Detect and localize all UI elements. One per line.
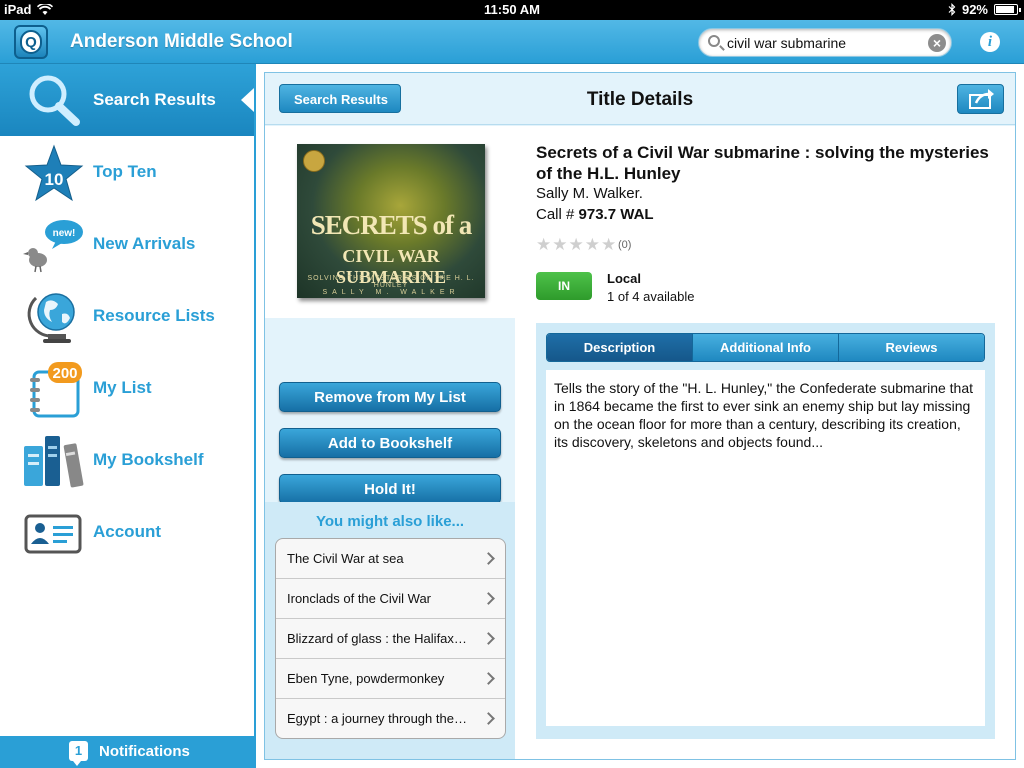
notebook-icon: 200	[30, 362, 82, 418]
chevron-right-icon	[482, 632, 495, 645]
list-item-label: Blizzard of glass : the Halifax…	[287, 631, 467, 646]
sidebar-item-resource-lists[interactable]: Resource Lists	[0, 280, 254, 352]
search-field[interactable]: ×	[698, 28, 952, 57]
clock: 11:50 AM	[484, 2, 540, 17]
notifications-bar[interactable]: 1 Notifications	[0, 736, 254, 768]
call-number: Call # 973.7 WAL	[536, 206, 654, 223]
list-item[interactable]: Eben Tyne, powdermonkey	[276, 659, 505, 699]
bluetooth-icon	[948, 3, 956, 16]
active-pointer	[241, 88, 254, 112]
app-header: Q Anderson Middle School × i	[0, 20, 1024, 64]
star-icon: ★	[552, 235, 568, 254]
share-button[interactable]	[957, 84, 1004, 114]
sidebar-item-my-list[interactable]: 200 My List	[0, 352, 254, 424]
search-icon	[708, 35, 720, 47]
book-title: Secrets of a Civil War submarine : solvi…	[536, 143, 989, 183]
remove-from-my-list-button[interactable]: Remove from My List	[279, 382, 501, 412]
sidebar-item-my-bookshelf[interactable]: My Bookshelf	[0, 424, 254, 496]
tab-description[interactable]: Description	[547, 334, 693, 361]
sidebar-item-search-results[interactable]: Search Results	[0, 64, 254, 136]
sidebar-item-account[interactable]: Account	[0, 496, 254, 568]
sidebar-item-top-ten[interactable]: 10 Top Ten	[0, 136, 254, 208]
sidebar-item-label: New Arrivals	[93, 234, 196, 253]
chevron-right-icon	[482, 672, 495, 685]
new-bird-icon: new!	[23, 220, 83, 273]
top-ten-badge: 10	[45, 170, 64, 189]
tab-reviews[interactable]: Reviews	[839, 334, 984, 361]
books-icon	[24, 436, 84, 488]
app-logo-icon[interactable]: Q	[14, 25, 48, 59]
star-icon: ★	[584, 235, 600, 254]
sidebar: Search Results 10 Top Ten new! New Arriv…	[0, 64, 256, 768]
sidebar-item-label: Search Results	[93, 90, 216, 109]
school-name: Anderson Middle School	[70, 31, 293, 52]
rating-count: (0)	[618, 239, 632, 251]
clear-search-icon[interactable]: ×	[928, 34, 946, 52]
info-icon[interactable]: i	[980, 32, 1000, 52]
add-to-bookshelf-button[interactable]: Add to Bookshelf	[279, 428, 501, 458]
also-like-list: The Civil War at sea Ironclads of the Ci…	[275, 538, 506, 739]
location-label: Local	[607, 271, 641, 286]
tab-bar: Description Additional Info Reviews	[546, 333, 985, 362]
star-icon: ★	[601, 235, 617, 254]
also-like-heading: You might also like...	[315, 513, 465, 530]
list-item[interactable]: The Civil War at sea	[276, 539, 505, 579]
page-title: Title Details	[586, 89, 694, 110]
my-list-count: 200	[52, 365, 77, 382]
info-tabs-panel: Description Additional Info Reviews Tell…	[536, 323, 995, 739]
status-badge: IN	[536, 272, 592, 300]
battery-icon	[994, 4, 1021, 15]
list-item-label: The Civil War at sea	[287, 551, 404, 566]
cover-subtitle: SOLVING THE MYSTERIES OF THE H. L. HUNLE…	[307, 275, 475, 289]
star-rating[interactable]: ★ ★ ★ ★ ★	[536, 236, 616, 253]
award-seal-icon	[303, 150, 325, 172]
title-details-panel: Search Results Title Details SECRETS of …	[264, 72, 1016, 760]
globe-icon	[27, 293, 75, 343]
new-badge: new!	[53, 228, 76, 239]
chevron-right-icon	[482, 712, 495, 725]
sidebar-item-label: Resource Lists	[93, 306, 215, 325]
call-number-prefix: Call #	[536, 206, 579, 223]
notification-count: 1	[69, 741, 88, 766]
sidebar-item-new-arrivals[interactable]: new! New Arrivals	[0, 208, 254, 280]
cover-title-line1: SECRETS of a	[310, 210, 473, 240]
list-item-label: Egypt : a journey through the…	[287, 711, 467, 726]
right-column: Secrets of a Civil War submarine : solvi…	[515, 126, 1015, 759]
tab-additional-info[interactable]: Additional Info	[693, 334, 839, 361]
call-number-value: 973.7 WAL	[578, 206, 654, 223]
list-item[interactable]: Egypt : a journey through the…	[276, 699, 505, 738]
star-icon: ★	[536, 235, 552, 254]
star-10-icon: 10	[24, 144, 84, 202]
list-item-label: Eben Tyne, powdermonkey	[287, 671, 445, 686]
id-card-icon	[24, 514, 82, 554]
also-like-panel: You might also like... The Civil War at …	[265, 502, 515, 759]
book-cover-image: SECRETS of a CIVIL WAR SUBMARINE SOLVING…	[297, 144, 485, 298]
magnifier-icon	[29, 75, 80, 126]
detail-header: Search Results Title Details	[265, 73, 1015, 125]
chevron-right-icon	[482, 592, 495, 605]
sidebar-item-label: My Bookshelf	[93, 450, 204, 469]
list-item[interactable]: Blizzard of glass : the Halifax…	[276, 619, 505, 659]
cover-author: SALLY M. WALKER	[322, 289, 460, 296]
status-bar: iPad 11:50 AM 92%	[0, 0, 1024, 20]
list-item[interactable]: Ironclads of the Civil War	[276, 579, 505, 619]
sidebar-item-label: Account	[93, 522, 161, 541]
cover-area: SECRETS of a CIVIL WAR SUBMARINE SOLVING…	[265, 126, 515, 318]
sidebar-item-label: Top Ten	[93, 162, 157, 181]
left-column: SECRETS of a CIVIL WAR SUBMARINE SOLVING…	[265, 126, 515, 759]
list-item-label: Ironclads of the Civil War	[287, 591, 432, 606]
star-icon: ★	[568, 235, 584, 254]
sidebar-item-label: My List	[93, 378, 152, 397]
book-author: Sally M. Walker.	[536, 185, 643, 202]
chevron-right-icon	[482, 552, 495, 565]
notifications-label: Notifications	[99, 743, 190, 760]
share-icon	[969, 89, 994, 109]
hold-it-button[interactable]: Hold It!	[279, 474, 501, 504]
availability-text: 1 of 4 available	[607, 289, 695, 304]
description-text: Tells the story of the "H. L. Hunley," t…	[546, 370, 985, 726]
search-input[interactable]	[727, 33, 917, 53]
battery-percent: 92%	[961, 2, 988, 17]
